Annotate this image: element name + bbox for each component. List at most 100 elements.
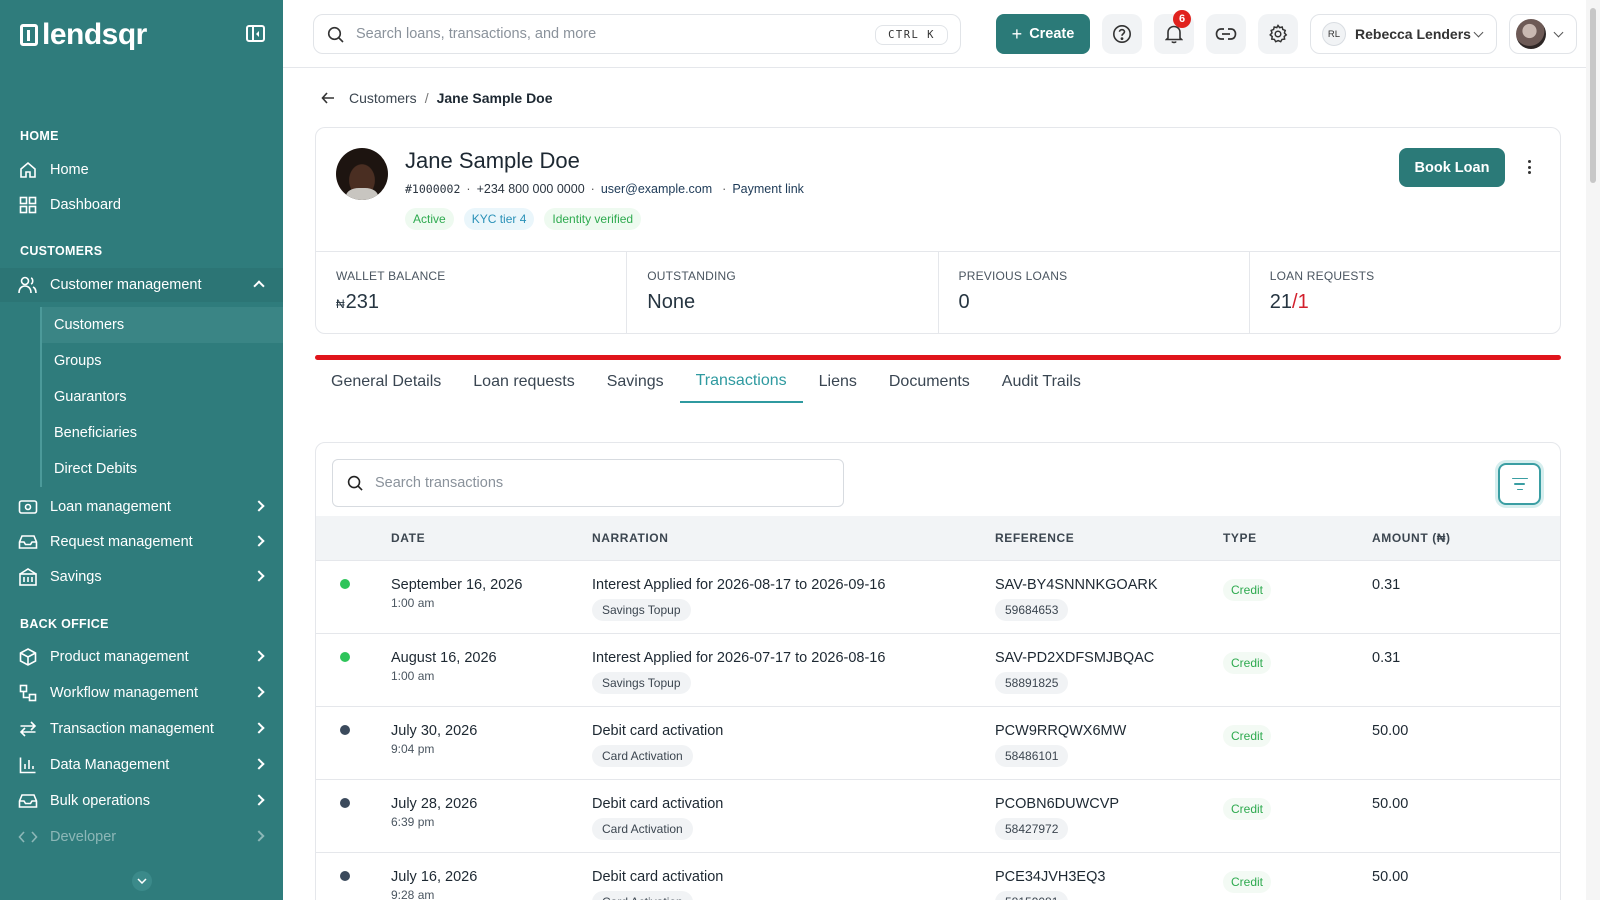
breadcrumb-current: Jane Sample Doe [436, 90, 553, 106]
date-text: August 16, 2026 [391, 650, 497, 666]
time-text: 1:00 am [391, 596, 435, 610]
breadcrumb-customers[interactable]: Customers [349, 90, 417, 106]
org-initials: RL [1322, 22, 1346, 46]
narration-text: Debit card activation [592, 869, 724, 885]
column-type[interactable]: TYPE [1223, 531, 1257, 545]
nav-label: Request management [50, 534, 193, 550]
nav-product-management[interactable]: Product management [0, 640, 283, 674]
home-icon [18, 160, 38, 180]
organization-switcher[interactable]: RL Rebecca Lenders [1310, 14, 1497, 54]
link-button[interactable] [1206, 14, 1246, 54]
nav-transaction-management[interactable]: Transaction management [0, 712, 283, 746]
scroll-down-icon[interactable] [132, 871, 152, 891]
cell-narration: Debit card activation Card Activation [592, 869, 723, 900]
chevron-right-icon [253, 830, 265, 842]
page-scrollbar[interactable] [1586, 0, 1600, 900]
customer-avatar [336, 148, 388, 200]
reference-text: PCW9RRQWX6MW [995, 723, 1127, 739]
arrow-left-icon[interactable] [321, 91, 335, 105]
tab-audit-trails[interactable]: Audit Trails [986, 361, 1097, 403]
reference-id-chip: 58486101 [995, 745, 1069, 767]
global-search-input[interactable] [356, 26, 856, 42]
table-row[interactable]: August 16, 2026 1:00 am Interest Applied f… [316, 633, 1560, 706]
time-text: 1:00 am [391, 669, 435, 683]
nav-label: Transaction management [50, 721, 214, 737]
cell-reference: PCOBN6DUWCVP 58427972 [995, 796, 1119, 840]
tab-loan-requests[interactable]: Loan requests [457, 361, 590, 403]
customer-email[interactable]: user@example.com [601, 182, 712, 196]
nav-customer-management[interactable]: Customer management [0, 268, 283, 302]
stat-value: ₦231 [336, 291, 606, 314]
book-loan-button[interactable]: Book Loan [1399, 148, 1505, 187]
column-reference[interactable]: REFERENCE [995, 531, 1074, 545]
chevron-right-icon [253, 686, 265, 698]
nav-label: Data Management [50, 757, 170, 773]
column-narration[interactable]: NARRATION [592, 531, 669, 545]
collapse-sidebar-icon[interactable] [246, 25, 265, 42]
scrollbar-thumb[interactable] [1590, 8, 1596, 183]
tab-general-details[interactable]: General Details [315, 361, 457, 403]
nav-developer[interactable]: Developer [0, 820, 283, 854]
chevron-right-icon [253, 758, 265, 770]
chevron-right-icon [253, 650, 265, 662]
chevron-down-icon [1553, 27, 1564, 38]
currency-symbol: ₦ [336, 297, 345, 311]
column-date[interactable]: DATE [391, 531, 425, 545]
filter-icon[interactable] [1498, 463, 1541, 505]
transaction-search[interactable] [332, 459, 844, 507]
create-button[interactable]: + Create [996, 14, 1090, 54]
logo-mark-icon [20, 24, 38, 46]
plus-icon: + [1011, 23, 1023, 44]
stat-label: WALLET BALANCE [336, 269, 446, 283]
payment-link[interactable]: Payment link [732, 182, 804, 196]
nav-savings[interactable]: Savings [0, 560, 283, 594]
nav-workflow-management[interactable]: Workflow management [0, 676, 283, 710]
date-text: July 30, 2026 [391, 723, 478, 739]
tab-savings[interactable]: Savings [591, 361, 680, 403]
table-row[interactable]: July 30, 2026 9:04 pm Debit card activatio… [316, 706, 1560, 779]
wallet-value: 231 [345, 291, 380, 313]
settings-button[interactable] [1258, 14, 1298, 54]
customer-profile-card: Jane Sample Doe #1000002 · +234 800 000 … [315, 127, 1561, 334]
cell-amount: 0.31 [1372, 577, 1401, 593]
nav-label: Loan management [50, 499, 171, 515]
user-menu[interactable] [1509, 14, 1577, 54]
sub-item-beneficiaries[interactable]: Beneficiaries [42, 415, 283, 451]
nav-home[interactable]: Home [0, 153, 283, 187]
topbar: CTRL K + Create 6 RL Rebecca Lenders [283, 0, 1600, 68]
table-row[interactable]: July 28, 2026 6:39 pm Debit card activatio… [316, 779, 1560, 852]
identity-badge: Identity verified [544, 208, 642, 230]
brand-logo[interactable]: lendsqr [20, 18, 147, 52]
column-amount[interactable]: AMOUNT (₦) [1372, 531, 1451, 545]
nav-label: Home [50, 162, 89, 178]
nav-request-management[interactable]: Request management [0, 525, 283, 559]
nav-data-management[interactable]: Data Management [0, 748, 283, 782]
tab-liens[interactable]: Liens [803, 361, 873, 403]
date-text: July 28, 2026 [391, 796, 478, 812]
cell-amount: 50.00 [1372, 723, 1409, 739]
table-row[interactable]: July 16, 2026 9:28 am Debit card activatio… [316, 852, 1560, 900]
tab-transactions[interactable]: Transactions [679, 361, 803, 403]
transaction-search-input[interactable] [375, 475, 815, 491]
sub-item-customers[interactable]: Customers [42, 307, 283, 343]
sub-item-groups[interactable]: Groups [42, 343, 283, 379]
help-button[interactable] [1102, 14, 1142, 54]
more-options-icon[interactable] [1519, 157, 1539, 177]
sub-item-guarantors[interactable]: Guarantors [42, 379, 283, 415]
notifications-button[interactable]: 6 [1154, 10, 1194, 54]
avatar [1516, 19, 1546, 49]
nav-dashboard[interactable]: Dashboard [0, 188, 283, 222]
reference-text: PCE34JVH3EQ3 [995, 869, 1106, 885]
help-icon [1113, 25, 1131, 43]
global-search[interactable]: CTRL K [313, 14, 961, 54]
inbox-icon [18, 791, 38, 811]
tab-documents[interactable]: Documents [873, 361, 986, 403]
table-row[interactable]: September 16, 2026 1:00 am Interest Applie… [316, 560, 1560, 633]
cell-reference: PCW9RRQWX6MW 58486101 [995, 723, 1126, 767]
nav-loan-management[interactable]: Loan management [0, 490, 283, 524]
chevron-right-icon [253, 535, 265, 547]
stat-previous-loans: PREVIOUS LOANS 0 [939, 252, 1250, 333]
sub-item-direct-debits[interactable]: Direct Debits [42, 451, 283, 487]
create-label: Create [1029, 26, 1075, 42]
nav-bulk-operations[interactable]: Bulk operations [0, 784, 283, 818]
